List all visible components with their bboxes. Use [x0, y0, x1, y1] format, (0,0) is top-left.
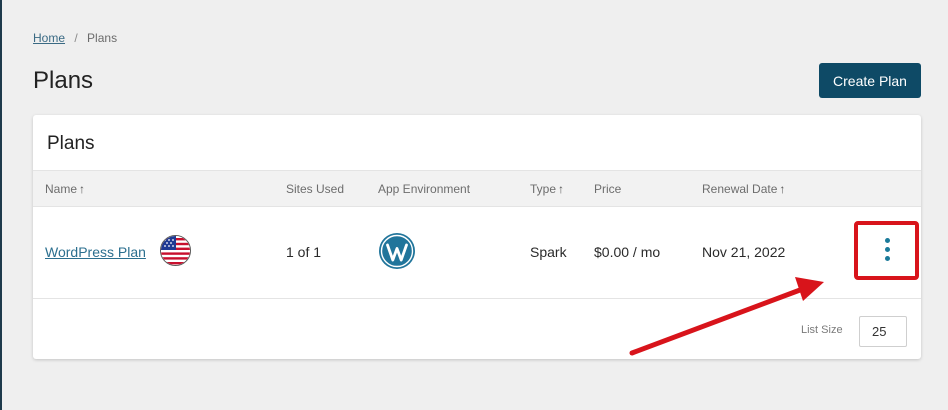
create-plan-button[interactable]: Create Plan [819, 63, 921, 98]
plan-type-value: Spark [530, 244, 567, 260]
breadcrumb: Home / Plans [33, 31, 117, 45]
column-header-app-environment: App Environment [378, 182, 471, 196]
kebab-menu-icon[interactable] [881, 235, 893, 267]
column-header-renewal-date-label: Renewal Date [702, 182, 778, 196]
kebab-highlight-box [854, 221, 919, 280]
sort-arrow-icon: ↑ [558, 182, 565, 196]
column-header-price: Price [594, 182, 622, 196]
column-header-type-label: Type [530, 182, 557, 196]
us-flag-icon [160, 235, 191, 266]
plan-name-link[interactable]: WordPress Plan [45, 244, 146, 260]
card-title: Plans [47, 133, 95, 154]
column-header-type[interactable]: Type ↑ [530, 182, 564, 196]
column-header-sites-used: Sites Used [286, 182, 345, 196]
sort-arrow-icon: ↑ [779, 182, 786, 196]
breadcrumb-separator: / [74, 31, 78, 45]
column-header-renewal-date[interactable]: Renewal Date ↑ [702, 182, 785, 196]
sort-arrow-icon: ↑ [79, 182, 86, 196]
breadcrumb-current: Plans [87, 31, 118, 45]
plans-card: Plans Name ↑ Sites Used App Environment T… [33, 115, 921, 359]
table-row: WordPress Plan 1 of 1 Spark $0.00 / mo N… [33, 207, 921, 299]
page-title: Plans [33, 67, 94, 94]
breadcrumb-home-link[interactable]: Home [33, 31, 65, 45]
renewal-date-value: Nov 21, 2022 [702, 244, 786, 260]
sites-used-value: 1 of 1 [286, 244, 322, 260]
column-header-name[interactable]: Name ↑ [45, 182, 85, 196]
list-size-input[interactable] [859, 316, 907, 347]
wordpress-icon [379, 233, 415, 269]
column-header-name-label: Name [45, 182, 78, 196]
plan-name-cell: WordPress Plan [45, 244, 146, 260]
list-size-label: List Size [801, 324, 843, 336]
plan-price-value: $0.00 / mo [594, 244, 661, 260]
table-header: Name ↑ Sites Used App Environment Type ↑ P… [33, 170, 921, 207]
window-left-edge [0, 0, 2, 410]
